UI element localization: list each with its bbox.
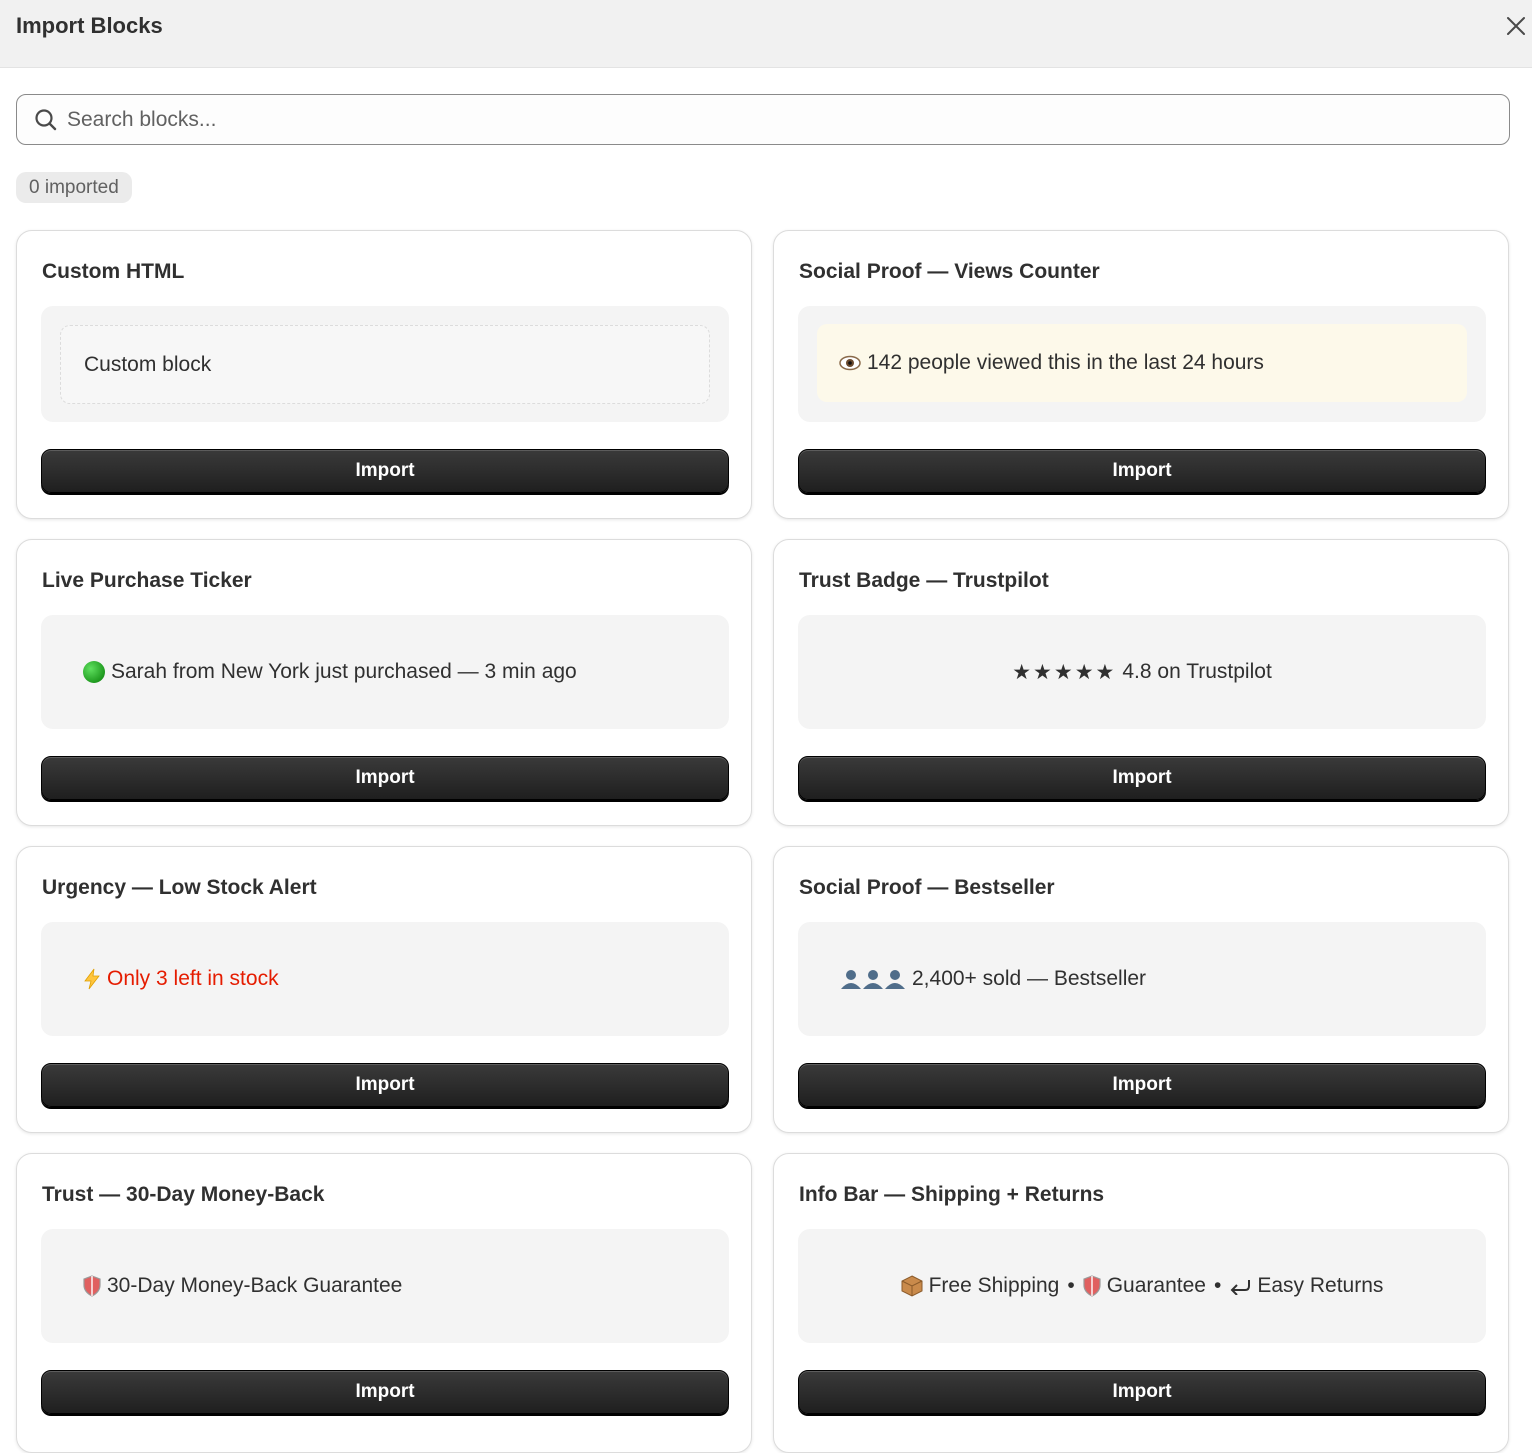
import-button[interactable]: Import [41, 449, 729, 493]
import-button[interactable]: Import [798, 1370, 1486, 1414]
block-card-bestseller: Social Proof — Bestseller 2,400+ sold — … [773, 846, 1509, 1133]
preview-row: 30-Day Money-Back Guarantee [83, 1229, 402, 1343]
star-rating: ★★★★★ [1012, 660, 1117, 684]
lightning-icon [83, 968, 101, 990]
import-button[interactable]: Import [41, 1370, 729, 1414]
import-button[interactable]: Import [41, 1063, 729, 1107]
import-button[interactable]: Import [41, 756, 729, 800]
block-card-trustpilot: Trust Badge — Trustpilot ★★★★★ 4.8 on Tr… [773, 539, 1509, 826]
card-title: Trust — 30-Day Money-Back [42, 1183, 325, 1206]
green-circle-icon [83, 661, 105, 683]
import-button[interactable]: Import [798, 1063, 1486, 1107]
card-title: Live Purchase Ticker [42, 569, 252, 592]
separator-dot: • [1213, 1274, 1222, 1297]
modal-header: Import Blocks [0, 0, 1532, 68]
preview-text: Custom block [84, 352, 212, 376]
block-card-purchase-ticker: Live Purchase Ticker Sarah from New York… [16, 539, 752, 826]
block-card-low-stock: Urgency — Low Stock Alert Only 3 left in… [16, 846, 752, 1133]
block-card-views-counter: Social Proof — Views Counter 142 people … [773, 230, 1509, 519]
card-title: Custom HTML [42, 260, 185, 283]
views-counter-banner: 142 people viewed this in the last 24 ho… [817, 324, 1467, 402]
search-input[interactable] [67, 95, 1497, 144]
block-card-info-bar: Info Bar — Shipping + Returns Free Shipp… [773, 1153, 1509, 1453]
eye-icon [839, 355, 861, 371]
preview-text: 2,400+ sold — Bestseller [912, 967, 1147, 990]
block-preview: Custom block [41, 306, 729, 422]
preview-row: 142 people viewed this in the last 24 ho… [839, 324, 1264, 402]
block-card-custom-html: Custom HTML Custom block Import [16, 230, 752, 519]
return-arrow-icon [1229, 1277, 1251, 1295]
block-card-money-back: Trust — 30-Day Money-Back 30-Day Money-B… [16, 1153, 752, 1453]
imported-count-badge: 0 imported [16, 172, 132, 203]
card-title: Urgency — Low Stock Alert [42, 876, 317, 899]
package-icon [901, 1275, 923, 1297]
info-item-guarantee: Guarantee [1106, 1274, 1206, 1297]
preview-text: Sarah from New York just purchased — 3 m… [111, 660, 577, 683]
block-preview: 142 people viewed this in the last 24 ho… [798, 306, 1486, 422]
import-button[interactable]: Import [798, 449, 1486, 493]
shield-icon [1083, 1275, 1101, 1297]
card-title: Social Proof — Views Counter [799, 260, 1100, 283]
modal-title: Import Blocks [16, 13, 163, 38]
import-button[interactable]: Import [798, 756, 1486, 800]
block-preview: 30-Day Money-Back Guarantee [41, 1229, 729, 1343]
card-title: Social Proof — Bestseller [799, 876, 1055, 899]
block-preview: Free Shipping • Guarantee • Easy Returns [798, 1229, 1486, 1343]
card-title: Info Bar — Shipping + Returns [799, 1183, 1105, 1206]
people-icon [840, 968, 906, 990]
preview-row: Only 3 left in stock [83, 922, 279, 1036]
close-icon [1507, 17, 1525, 35]
search-field[interactable] [16, 94, 1510, 145]
card-title: Trust Badge — Trustpilot [799, 569, 1049, 592]
preview-text: 30-Day Money-Back Guarantee [107, 1274, 403, 1297]
preview-text: 142 people viewed this in the last 24 ho… [867, 351, 1264, 374]
info-item-returns: Easy Returns [1257, 1274, 1384, 1297]
separator-dot: • [1067, 1274, 1075, 1297]
info-item-shipping: Free Shipping [928, 1274, 1060, 1297]
close-button[interactable] [1500, 10, 1532, 42]
preview-row: Sarah from New York just purchased — 3 m… [83, 615, 577, 729]
block-preview: Only 3 left in stock [41, 922, 729, 1036]
block-preview: Sarah from New York just purchased — 3 m… [41, 615, 729, 729]
custom-block-placeholder: Custom block [60, 325, 710, 404]
shield-icon [83, 1275, 101, 1297]
search-icon [35, 109, 57, 131]
preview-row: Free Shipping • Guarantee • Easy Returns [798, 1229, 1486, 1343]
preview-row: 2,400+ sold — Bestseller [840, 922, 1146, 1036]
preview-text: Only 3 left in stock [107, 967, 279, 990]
preview-text: 4.8 on Trustpilot [1122, 660, 1272, 683]
preview-row: ★★★★★ 4.8 on Trustpilot [798, 615, 1486, 729]
block-preview: ★★★★★ 4.8 on Trustpilot [798, 615, 1486, 729]
block-preview: 2,400+ sold — Bestseller [798, 922, 1486, 1036]
